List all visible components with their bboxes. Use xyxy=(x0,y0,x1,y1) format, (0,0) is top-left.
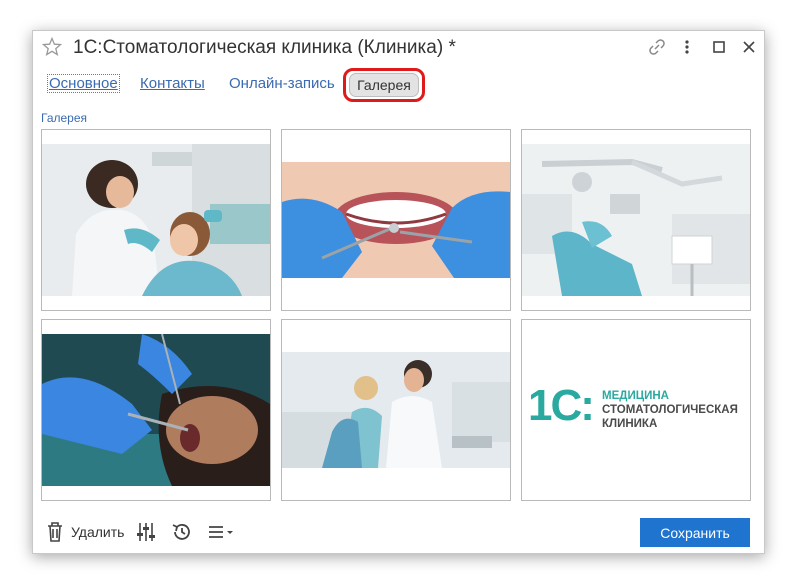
maximize-icon[interactable] xyxy=(709,37,729,57)
save-button[interactable]: Сохранить xyxy=(640,518,750,547)
dentist-treatment-photo xyxy=(282,352,510,468)
dental-office-photo xyxy=(522,144,750,296)
clinic-logo: 1С: МЕДИЦИНА СТОМАТОЛОГИЧЕСКАЯ КЛИНИКА xyxy=(528,380,748,440)
settings-button[interactable] xyxy=(135,520,157,544)
gallery-photo-3[interactable] xyxy=(521,129,751,311)
gallery-grid: 1С: МЕДИЦИНА СТОМАТОЛОГИЧЕСКАЯ КЛИНИКА xyxy=(41,129,751,501)
window-title: 1С:Стоматологическая клиника (Клиника) * xyxy=(73,37,456,58)
link-icon[interactable] xyxy=(647,37,667,57)
bottom-toolbar: Удалить Сохранить xyxy=(33,515,764,549)
dentist-patient-photo xyxy=(42,144,270,296)
tab-contacts[interactable]: Контакты xyxy=(140,75,205,92)
gallery-photo-2[interactable] xyxy=(281,129,511,311)
gallery-photo-5[interactable] xyxy=(281,319,511,501)
delete-button[interactable]: Удалить xyxy=(45,520,124,544)
history-icon xyxy=(172,524,190,540)
close-icon[interactable] xyxy=(739,37,759,57)
tab-bar: Основное Контакты Онлайн-запись Галерея xyxy=(33,68,764,102)
delete-label: Удалить xyxy=(71,524,125,540)
gallery-logo-cell[interactable]: 1С: МЕДИЦИНА СТОМАТОЛОГИЧЕСКАЯ КЛИНИКА xyxy=(521,319,751,501)
tab-main[interactable]: Основное xyxy=(47,74,120,93)
gallery-section-label: Галерея xyxy=(41,111,88,125)
logo-mark: 1С: xyxy=(528,381,595,430)
patient-treatment-photo xyxy=(42,334,270,486)
gallery-photo-4[interactable] xyxy=(41,319,271,501)
more-icon[interactable] xyxy=(677,37,697,57)
history-button[interactable] xyxy=(171,520,193,544)
smile-closeup-photo xyxy=(282,162,510,278)
title-bar: 1С:Стоматологическая клиника (Клиника) * xyxy=(33,31,764,65)
gallery-photo-1[interactable] xyxy=(41,129,271,311)
logo-line-3: КЛИНИКА xyxy=(602,418,658,430)
logo-line-1: МЕДИЦИНА xyxy=(602,390,669,402)
more-actions-button[interactable] xyxy=(207,520,235,544)
clinic-form-window: 1С:Стоматологическая клиника (Клиника) *… xyxy=(32,30,765,554)
menu-dropdown-icon xyxy=(209,526,233,538)
trash-icon xyxy=(48,522,62,542)
tab-online-booking[interactable]: Онлайн-запись xyxy=(229,75,335,92)
logo-line-2: СТОМАТОЛОГИЧЕСКАЯ xyxy=(602,404,738,416)
tab-gallery[interactable]: Галерея xyxy=(349,73,419,97)
star-icon[interactable] xyxy=(42,37,62,57)
sliders-icon xyxy=(137,523,155,541)
